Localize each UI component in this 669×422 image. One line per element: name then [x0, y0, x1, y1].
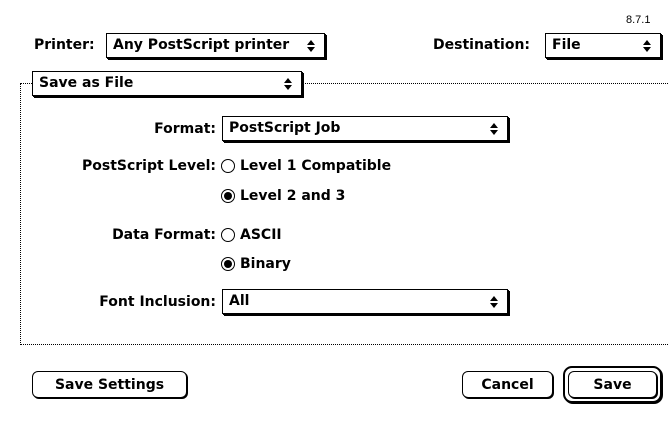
section-value: Save as File: [39, 75, 134, 91]
format-popup[interactable]: PostScript Job: [222, 116, 508, 141]
printer-label: Printer:: [34, 37, 95, 53]
font-inclusion-popup[interactable]: All: [222, 289, 508, 314]
radio-binary[interactable]: Binary: [221, 256, 291, 272]
popup-arrows-icon: [640, 34, 654, 57]
section-popup[interactable]: Save as File: [32, 71, 302, 96]
font-inclusion-label: Font Inclusion:: [99, 294, 216, 310]
radio-ascii-label: ASCII: [240, 227, 282, 243]
save-button[interactable]: Save: [568, 371, 657, 398]
font-inclusion-value: All: [229, 293, 250, 309]
save-settings-button[interactable]: Save Settings: [32, 371, 187, 398]
destination-value: File: [552, 37, 581, 53]
popup-arrows-icon: [304, 34, 318, 57]
version-label: 8.7.1: [626, 14, 651, 26]
popup-arrows-icon: [487, 290, 501, 313]
radio-level-1[interactable]: Level 1 Compatible: [221, 158, 391, 174]
radio-button-selected-icon: [221, 189, 235, 203]
radio-ascii[interactable]: ASCII: [221, 227, 282, 243]
format-label: Format:: [154, 121, 216, 137]
postscript-level-label: PostScript Level:: [81, 158, 216, 174]
radio-button-icon: [221, 159, 235, 173]
destination-label: Destination:: [433, 37, 531, 53]
popup-arrows-icon: [281, 72, 295, 95]
radio-level-2-3-label: Level 2 and 3: [240, 188, 346, 204]
radio-level-1-label: Level 1 Compatible: [240, 158, 392, 174]
data-format-label: Data Format:: [112, 227, 216, 243]
popup-arrows-icon: [487, 117, 501, 140]
radio-button-icon: [221, 228, 235, 242]
printer-popup[interactable]: Any PostScript printer: [106, 33, 325, 58]
cancel-button[interactable]: Cancel: [462, 371, 553, 398]
radio-binary-label: Binary: [240, 256, 291, 272]
format-value: PostScript Job: [229, 120, 341, 136]
radio-button-selected-icon: [221, 257, 235, 271]
printer-value: Any PostScript printer: [113, 37, 290, 53]
radio-level-2-3[interactable]: Level 2 and 3: [221, 188, 345, 204]
destination-popup[interactable]: File: [545, 33, 661, 58]
